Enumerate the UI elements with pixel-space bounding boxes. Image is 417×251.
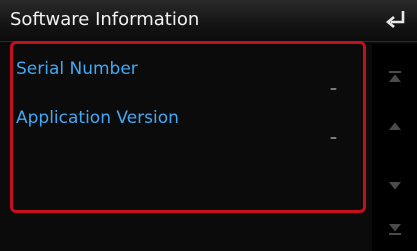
serial-number-value: – (330, 81, 337, 97)
back-button[interactable] (380, 5, 412, 37)
title-bar: Software Information (0, 0, 417, 42)
scroll-to-bottom-icon (388, 220, 402, 239)
scroll-down-button[interactable] (380, 172, 410, 198)
scroll-bar (372, 44, 417, 251)
scroll-up-icon (388, 116, 402, 135)
application-version-row: Application Version – (16, 108, 337, 146)
scroll-to-top-icon (388, 68, 402, 87)
serial-number-label: Serial Number (16, 59, 138, 79)
scroll-down-icon (388, 176, 402, 195)
scroll-to-top-button[interactable] (380, 64, 410, 90)
scroll-up-button[interactable] (380, 112, 410, 138)
application-version-value: – (330, 130, 337, 146)
serial-number-row: Serial Number – (16, 59, 337, 97)
return-arrow-icon (385, 9, 407, 33)
page-title: Software Information (10, 9, 200, 30)
scroll-to-bottom-button[interactable] (380, 216, 410, 242)
application-version-label: Application Version (16, 108, 179, 128)
